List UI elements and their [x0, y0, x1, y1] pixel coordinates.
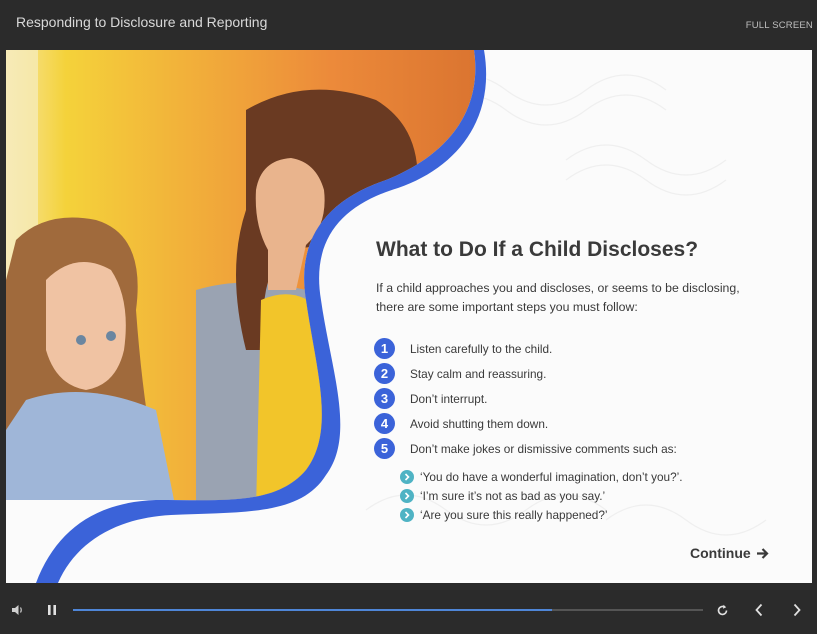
step-number: 2 — [374, 363, 395, 384]
chevron-right-icon — [400, 488, 414, 503]
list-item: 1 Listen carefully to the child. — [374, 336, 677, 361]
list-item: ‘You do have a wonderful imagination, do… — [400, 467, 683, 486]
step-text: Don’t make jokes or dismissive comments … — [410, 441, 677, 456]
step-text: Avoid shutting them down. — [410, 416, 549, 431]
step-number: 5 — [374, 438, 395, 459]
step-text: Don’t interrupt. — [410, 391, 488, 406]
slide: What to Do If a Child Discloses? If a ch… — [6, 50, 812, 583]
course-title: Responding to Disclosure and Reporting — [16, 14, 268, 30]
step-number: 1 — [374, 338, 395, 359]
chevron-right-icon — [400, 507, 414, 522]
list-item: 2 Stay calm and reassuring. — [374, 361, 677, 386]
quote-text: ‘I’m sure it’s not as bad as you say.’ — [420, 488, 606, 503]
volume-icon[interactable] — [10, 602, 26, 618]
step-number: 3 — [374, 388, 395, 409]
list-item: 3 Don’t interrupt. — [374, 386, 677, 411]
continue-button[interactable]: Continue — [690, 545, 769, 561]
step-text: Listen carefully to the child. — [410, 341, 553, 356]
pause-icon[interactable] — [44, 602, 60, 618]
quote-text: ‘Are you sure this really happened?’ — [420, 507, 608, 522]
intro-text: If a child approaches you and discloses,… — [376, 281, 740, 314]
list-item: 5 Don’t make jokes or dismissive comment… — [374, 436, 677, 461]
list-item: ‘I’m sure it’s not as bad as you say.’ — [400, 486, 683, 505]
list-item: 4 Avoid shutting them down. — [374, 411, 677, 436]
progress-bar[interactable] — [73, 609, 703, 611]
step-number: 4 — [374, 413, 395, 434]
continue-label: Continue — [690, 545, 751, 561]
top-bar: Responding to Disclosure and Reporting F… — [0, 0, 817, 46]
progress-fill — [73, 609, 552, 611]
list-item: ‘Are you sure this really happened?’ — [400, 505, 683, 524]
steps-list: 1 Listen carefully to the child. 2 Stay … — [374, 336, 677, 461]
quote-text: ‘You do have a wonderful imagination, do… — [420, 469, 683, 484]
chevron-left-icon[interactable] — [750, 601, 768, 619]
player-controls — [0, 590, 817, 634]
full-screen-button[interactable]: FULL SCREEN — [746, 20, 813, 31]
arrow-right-icon — [756, 547, 769, 559]
slide-heading: What to Do If a Child Discloses? — [376, 238, 699, 261]
chevron-right-icon — [400, 469, 414, 484]
example-quotes-list: ‘You do have a wonderful imagination, do… — [400, 467, 683, 524]
step-text: Stay calm and reassuring. — [410, 366, 547, 381]
chevron-right-icon[interactable] — [788, 601, 806, 619]
replay-icon[interactable] — [714, 602, 730, 618]
